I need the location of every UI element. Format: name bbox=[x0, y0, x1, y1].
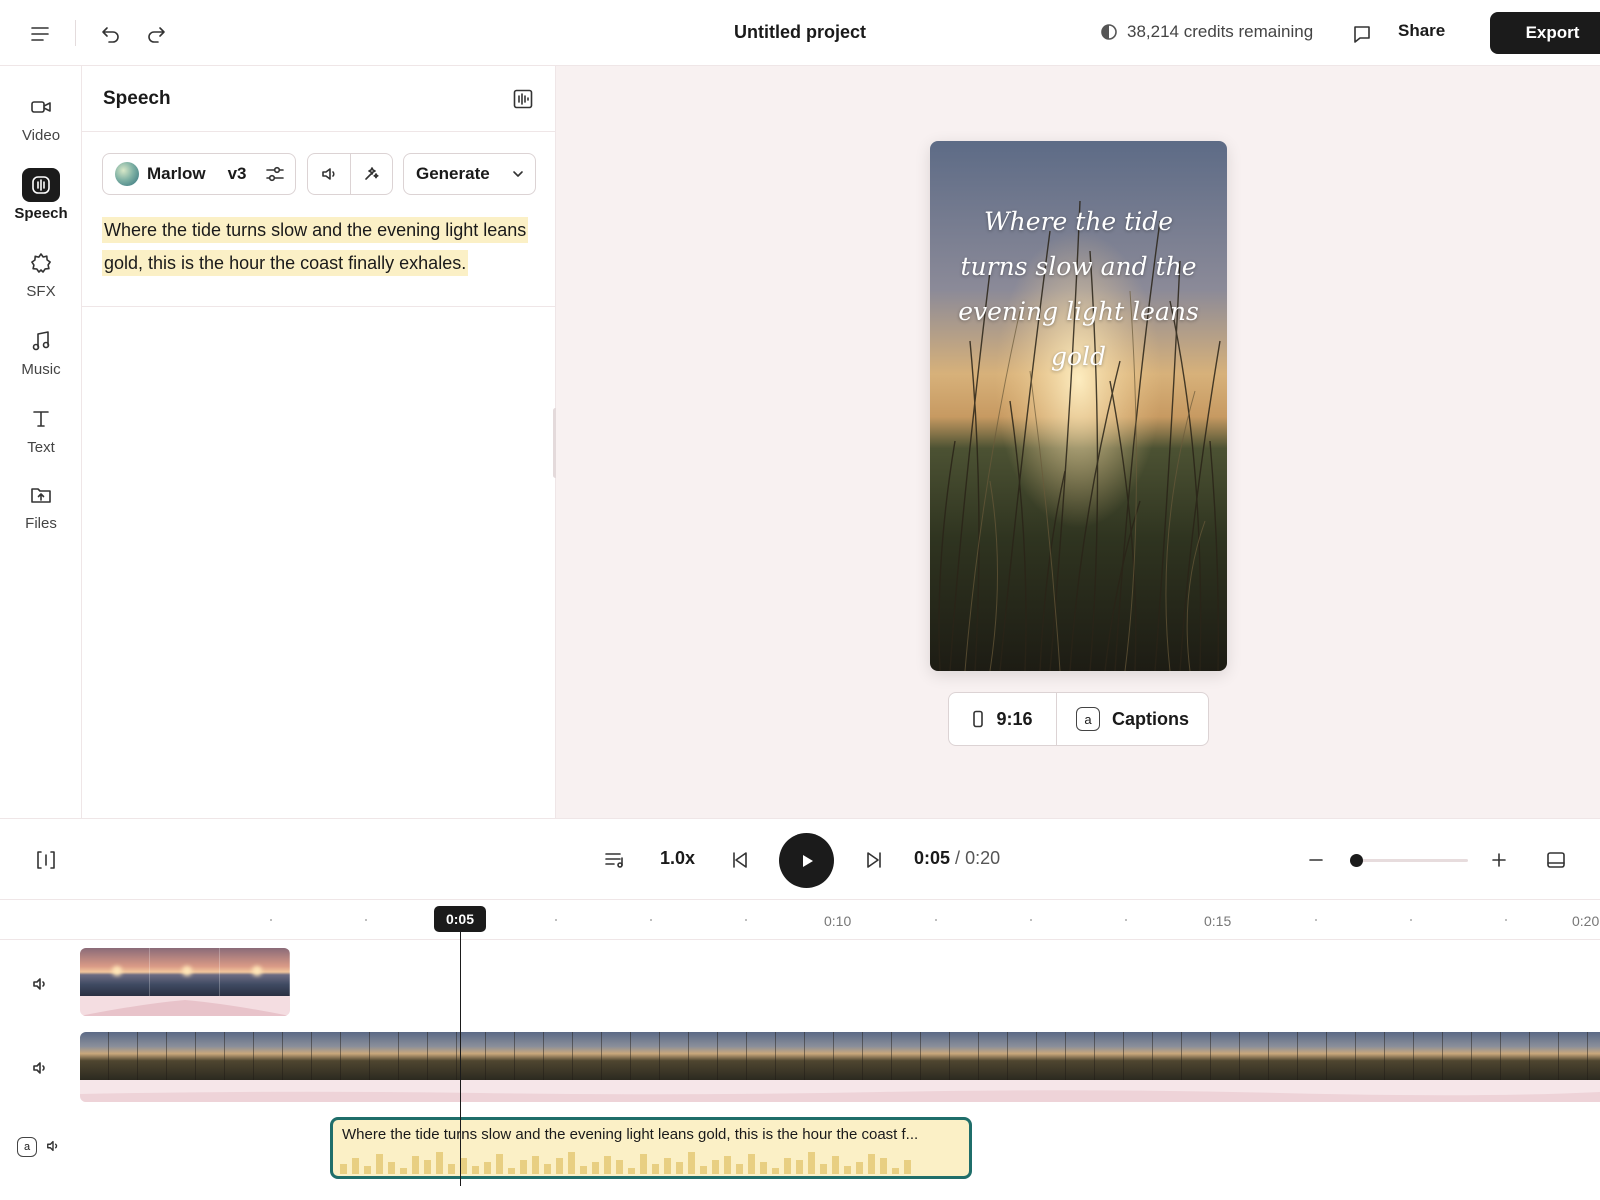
rail-item-text[interactable]: Text bbox=[0, 402, 82, 456]
sliders-icon[interactable] bbox=[265, 165, 285, 183]
export-button[interactable]: Export bbox=[1490, 12, 1600, 54]
chevron-down-icon[interactable] bbox=[511, 167, 525, 181]
playhead-handle[interactable]: 0:05 bbox=[434, 906, 486, 932]
grass-video-clip[interactable] bbox=[80, 1032, 1600, 1102]
generate-button[interactable]: Generate bbox=[403, 153, 536, 195]
sparkle-enhance-icon[interactable] bbox=[349, 154, 393, 194]
phone-portrait-icon bbox=[973, 710, 984, 728]
panel-divider bbox=[82, 306, 556, 307]
voice-name: Marlow bbox=[147, 164, 206, 183]
text-t-icon bbox=[22, 402, 60, 436]
play-icon bbox=[802, 854, 813, 867]
ruler-tick bbox=[365, 919, 367, 921]
rail-item-video[interactable]: Video bbox=[0, 90, 82, 144]
skip-forward-icon[interactable] bbox=[862, 848, 886, 872]
rail-item-sfx[interactable]: SFX bbox=[0, 246, 82, 300]
voice-tools bbox=[307, 153, 393, 195]
clip-thumbnails bbox=[80, 1032, 1600, 1080]
zoom-slider-handle[interactable] bbox=[1350, 854, 1363, 867]
ruler-tick bbox=[1125, 919, 1127, 921]
ruler-tick bbox=[1315, 919, 1317, 921]
ruler-tick bbox=[1410, 919, 1412, 921]
generate-label: Generate bbox=[416, 164, 490, 183]
ruler-tick bbox=[1505, 919, 1507, 921]
video-caption-overlay: Where the tide turns slow and the evenin… bbox=[958, 207, 1199, 371]
menu-icon[interactable] bbox=[24, 18, 56, 50]
waveform-panel-icon[interactable] bbox=[512, 88, 534, 110]
speech-panel: Speech Marlow v3 Generate Where the tide… bbox=[82, 66, 556, 818]
panel-header: Speech bbox=[82, 66, 556, 132]
panel-title: Speech bbox=[103, 88, 171, 109]
trim-bracket-icon[interactable] bbox=[34, 848, 58, 872]
speech-clip-waveform bbox=[340, 1150, 911, 1174]
zoom-out-icon[interactable] bbox=[1304, 848, 1328, 872]
captions-badge-icon: a bbox=[1075, 707, 1100, 731]
skip-back-icon[interactable] bbox=[728, 848, 752, 872]
clip-thumbnails bbox=[80, 948, 290, 996]
speech-audio-clip[interactable]: Where the tide turns slow and the evenin… bbox=[330, 1117, 972, 1179]
playlist-icon[interactable] bbox=[603, 848, 627, 872]
voice-avatar bbox=[115, 162, 139, 186]
video-camera-icon bbox=[22, 90, 60, 124]
play-button[interactable] bbox=[779, 833, 834, 888]
undo-icon[interactable] bbox=[95, 18, 127, 50]
preview-controls: 9:16 a Captions bbox=[948, 692, 1209, 746]
ruler-tick bbox=[745, 919, 747, 921]
track-1-speaker-icon[interactable] bbox=[30, 974, 50, 994]
playback-speed[interactable]: 1.0x bbox=[660, 848, 695, 869]
track-2-speaker-icon[interactable] bbox=[30, 1058, 50, 1078]
sfx-burst-icon bbox=[22, 246, 60, 280]
left-rail: Video Speech SFX Music Text Files bbox=[0, 66, 82, 818]
speech-waveform-icon bbox=[22, 168, 60, 202]
project-title[interactable]: Untitled project bbox=[640, 22, 960, 43]
toolbar-divider bbox=[75, 20, 76, 46]
video-preview[interactable]: Where the tide turns slow and the evenin… bbox=[930, 141, 1227, 671]
ruler-tick bbox=[555, 919, 557, 921]
voice-model: v3 bbox=[227, 164, 247, 183]
speech-clip-text: Where the tide turns slow and the evenin… bbox=[342, 1126, 919, 1143]
ruler-tick bbox=[270, 919, 272, 921]
preview-speaker-icon[interactable] bbox=[308, 154, 350, 194]
voice-selector[interactable]: Marlow v3 bbox=[102, 153, 296, 195]
timeline-ruler[interactable]: 0:10 0:15 0:20 bbox=[0, 900, 1600, 940]
share-button[interactable]: Share bbox=[1398, 21, 1445, 41]
zoom-slider-track[interactable] bbox=[1350, 859, 1468, 862]
comment-icon[interactable] bbox=[1346, 18, 1378, 50]
clip-audio-waveform bbox=[80, 1000, 290, 1016]
ruler-label: 0:10 bbox=[824, 913, 852, 929]
ruler-label: 0:20 bbox=[1572, 913, 1600, 929]
folder-upload-icon bbox=[22, 478, 60, 512]
credits-indicator[interactable]: 38,214 credits remaining bbox=[1100, 22, 1313, 42]
time-readout: 0:05 / 0:20 bbox=[914, 848, 1001, 868]
panel-toggle-icon[interactable] bbox=[1544, 848, 1568, 872]
clip-audio-waveform bbox=[80, 1090, 1600, 1102]
track-3-speaker-icon[interactable] bbox=[44, 1137, 62, 1155]
contrast-icon bbox=[1101, 24, 1117, 40]
aspect-ratio-button[interactable]: 9:16 bbox=[949, 693, 1057, 745]
rail-item-music[interactable]: Music bbox=[0, 324, 82, 378]
top-bar: Untitled project 38,214 credits remainin… bbox=[0, 0, 1600, 66]
zoom-in-icon[interactable] bbox=[1487, 848, 1511, 872]
transport-bar: 1.0x 0:05 / 0:20 bbox=[0, 818, 1600, 900]
caption-track-badge-icon[interactable]: a bbox=[16, 1136, 38, 1158]
playhead-line bbox=[460, 932, 461, 1186]
ruler-tick bbox=[1030, 919, 1032, 921]
captions-button[interactable]: a Captions bbox=[1057, 693, 1208, 745]
music-note-icon bbox=[22, 324, 60, 358]
redo-icon[interactable] bbox=[140, 18, 172, 50]
credits-text: 38,214 credits remaining bbox=[1127, 22, 1314, 41]
rail-item-speech[interactable]: Speech bbox=[0, 168, 82, 222]
rail-item-files[interactable]: Files bbox=[0, 478, 82, 532]
ruler-tick bbox=[935, 919, 937, 921]
sunset-video-clip[interactable] bbox=[80, 948, 290, 1016]
ruler-tick bbox=[650, 919, 652, 921]
speech-script-text[interactable]: Where the tide turns slow and the evenin… bbox=[102, 214, 542, 280]
ruler-label: 0:15 bbox=[1204, 913, 1232, 929]
